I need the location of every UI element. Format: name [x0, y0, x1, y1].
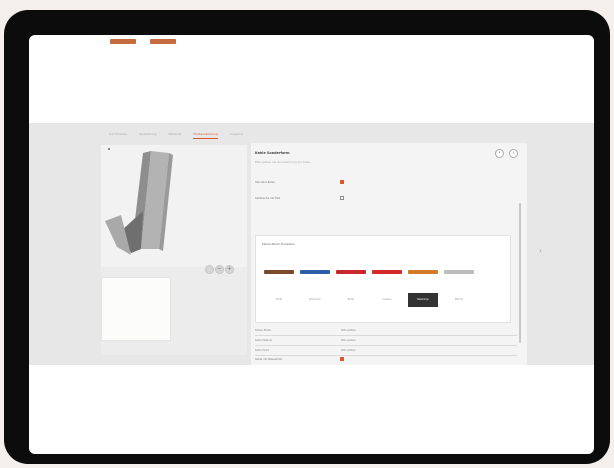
manufacturer-logo[interactable] [408, 264, 438, 280]
manufacturer-title: Kehlen-Blech-Hersteller [262, 242, 295, 246]
panel-subtitle: Bitte wählen Sie die Ausführung der Kehl… [255, 161, 310, 164]
roof-valley-model [105, 148, 173, 255]
option-label: Standard-Kehle [255, 181, 275, 184]
tablet-frame: Dachhaube Gestaltung Material Firstausbi… [4, 10, 610, 464]
options-panel: Kehle Sonderform Bitte wählen Sie die Au… [251, 143, 527, 365]
prev-button[interactable]: ‹ [495, 149, 504, 158]
option-checkbox-checked[interactable] [340, 357, 344, 361]
option-checkbox[interactable] [340, 196, 344, 200]
manufacturer-logo[interactable] [264, 264, 294, 280]
3d-viewer[interactable]: − + [101, 145, 247, 274]
brand-swatch [110, 39, 136, 44]
field-label: Kehlen-Breite [255, 329, 271, 332]
manufacturer-name: Rheinzink [309, 298, 321, 301]
logo-mark [372, 270, 402, 274]
step-nav: Dachhaube Gestaltung Material Firstausbi… [109, 129, 243, 139]
configurator-band: Dachhaube Gestaltung Material Firstausbi… [29, 123, 594, 365]
preview-panel: − + [101, 145, 247, 355]
field-row[interactable]: Kehle Farbe bitte wählen [255, 349, 517, 357]
brand-swatch [150, 39, 176, 44]
manufacturer-name: Nelskamp [408, 293, 438, 307]
logo-mark [264, 270, 294, 274]
option-label: Kehlbleche mit Falz [255, 197, 280, 200]
preview-thumbnail[interactable] [101, 277, 171, 341]
manufacturer-name: Eternit [455, 298, 463, 301]
field-label: Kehle Farbe [255, 349, 269, 352]
logo-mark [300, 270, 330, 274]
chevron-right-icon[interactable]: › [539, 247, 542, 255]
manufacturer-name: Prefa [275, 298, 283, 301]
manufacturer-name: Braas [347, 298, 355, 301]
tab-step[interactable]: Material [168, 129, 181, 139]
field-row[interactable]: Kehlen-Breite bitte wählen [255, 329, 517, 337]
manufacturer-logo[interactable] [444, 264, 474, 280]
tab-step[interactable]: Gestaltung [139, 129, 156, 139]
tab-step[interactable]: Angebot [230, 129, 243, 139]
zoom-in-button[interactable]: + [225, 265, 234, 274]
manufacturer-grid: Kehlen-Blech-Hersteller Prefa Rheinzink Br… [255, 235, 511, 323]
manufacturer-name: Creaton [382, 298, 392, 301]
tab-step[interactable]: Dachhaube [109, 129, 127, 139]
reset-view-icon[interactable] [205, 265, 214, 274]
manufacturer-logo[interactable] [336, 264, 366, 280]
option-checkbox-checked[interactable] [340, 180, 344, 184]
logo-mark [336, 270, 366, 274]
next-button[interactable]: › [509, 149, 518, 158]
field-value[interactable]: bitte wählen [341, 349, 356, 352]
panel-scrollbar[interactable] [519, 203, 521, 343]
logo-mark [444, 270, 474, 274]
panel-title: Kehle Sonderform [255, 151, 290, 155]
screen: Dachhaube Gestaltung Material Firstausbi… [29, 35, 594, 454]
tab-step-active[interactable]: Firstausbildung [193, 129, 218, 139]
field-row[interactable]: Kehle Material bitte wählen [255, 339, 517, 347]
manufacturer-logo[interactable] [372, 264, 402, 280]
field-value[interactable]: bitte wählen [341, 329, 356, 332]
manufacturer-logo[interactable] [300, 264, 330, 280]
field-value[interactable]: bitte wählen [341, 339, 356, 342]
field-label: Kehle Material [255, 339, 273, 342]
option-label: Kehle mit Wasserfalz [255, 358, 282, 361]
zoom-out-button[interactable]: − [215, 265, 224, 274]
logo-mark [408, 270, 438, 274]
